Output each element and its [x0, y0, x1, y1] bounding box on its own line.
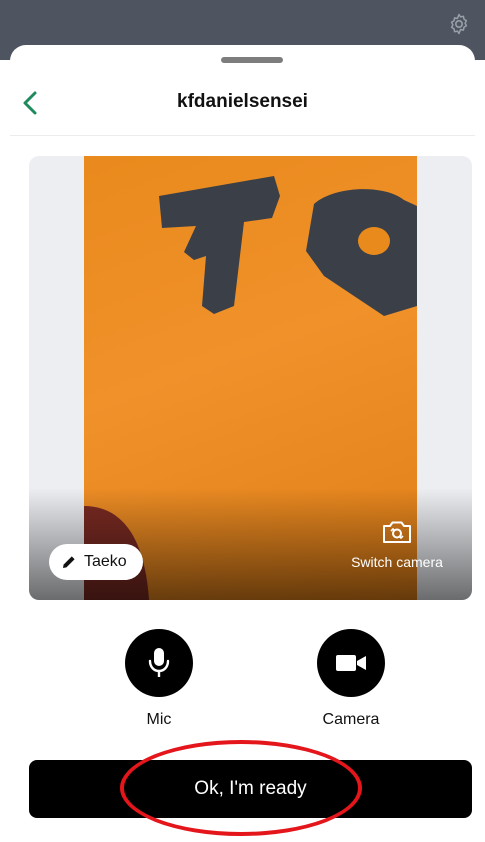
- mic-label: Mic: [146, 711, 172, 728]
- switch-camera-button[interactable]: Switch camera: [332, 518, 462, 570]
- camera-preview: Taeko Switch camera: [29, 156, 472, 600]
- sheet-header: kfdanielsensei: [10, 71, 475, 136]
- ready-button[interactable]: Ok, I'm ready: [29, 760, 472, 818]
- page-title: kfdanielsensei: [177, 91, 308, 112]
- microphone-icon: [148, 648, 170, 677]
- camera-button[interactable]: [317, 629, 385, 697]
- video-camera-icon: [336, 655, 366, 671]
- participant-name-label: Taeko: [84, 553, 127, 570]
- camera-control: Camera: [301, 629, 401, 729]
- camera-label: Camera: [322, 711, 380, 728]
- participant-name-chip[interactable]: Taeko: [49, 544, 143, 580]
- pencil-icon: [63, 556, 75, 568]
- switch-camera-icon: [383, 521, 411, 543]
- switch-camera-label: Switch camera: [351, 554, 443, 570]
- gear-icon[interactable]: [447, 12, 471, 36]
- mic-control: Mic: [109, 629, 209, 729]
- sheet-drag-handle[interactable]: [221, 57, 283, 63]
- bottom-sheet: kfdanielsensei Taeko Switch camera Mic C…: [10, 45, 475, 842]
- mic-button[interactable]: [125, 629, 193, 697]
